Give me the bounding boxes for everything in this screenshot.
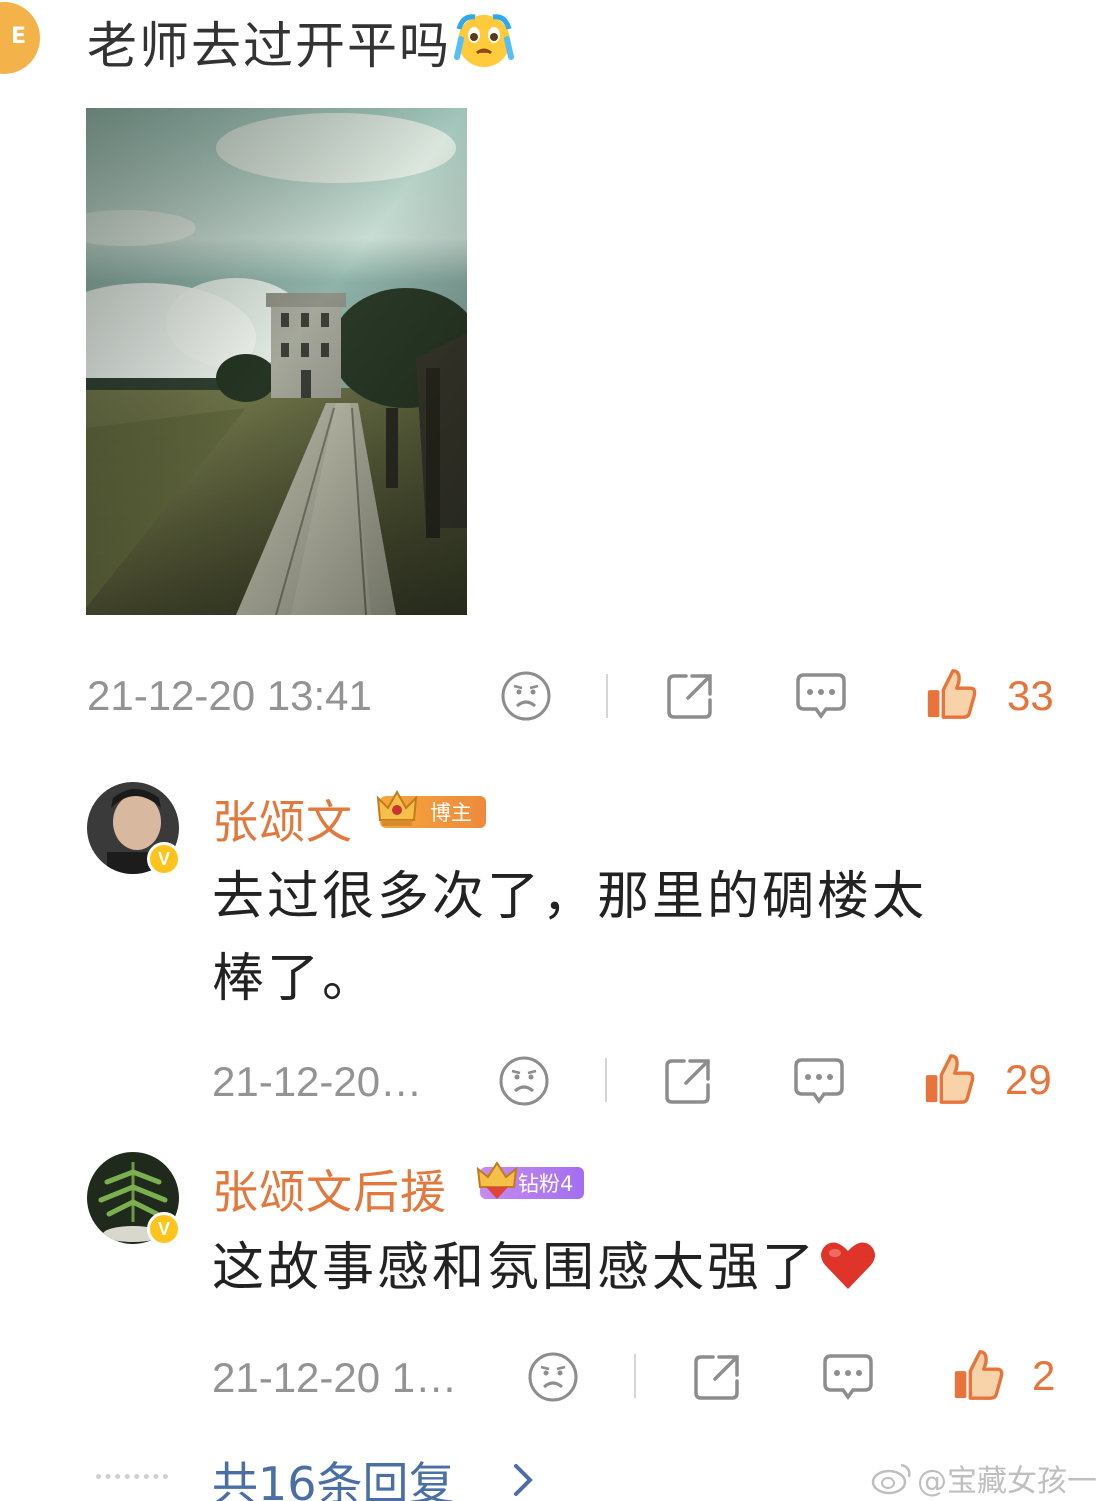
view-all-replies-link[interactable]: 共16条回复 (212, 1448, 455, 1501)
reply-meta-row: 21-12-20 1… (212, 1348, 457, 1408)
top-comment-body: 老师去过开平吗 (87, 17, 451, 75)
reply-timestamp: 21-12-20 1… (212, 1354, 458, 1401)
reply-text: 去过很多次了，那里的碉楼太 棒了。 (212, 856, 927, 1020)
chevron-right-icon[interactable] (510, 1462, 536, 1498)
crown-icon (376, 789, 418, 826)
dislike-icon[interactable] (497, 1051, 551, 1111)
comment-icon[interactable] (792, 1051, 846, 1111)
share-icon[interactable] (661, 1051, 715, 1111)
watermark-text: @宝藏女孩一 (917, 1464, 1097, 1499)
share-icon[interactable] (690, 1347, 744, 1407)
watermark: @宝藏女孩一 (871, 1456, 1097, 1500)
fan-level-badge: 钻粉4 (476, 1161, 584, 1199)
badge-label: 钻粉4 (518, 1172, 574, 1196)
like-count: 33 (1007, 672, 1054, 719)
reply-meta-row: 21-12-20… (212, 1052, 422, 1112)
reply-text-line: 去过很多次了，那里的碉楼太 (212, 867, 928, 927)
top-comment-text: 老师去过开平吗 (87, 6, 515, 78)
dotted-divider (96, 1474, 168, 1479)
reply-text-line: 这故事感和氛围感太强了 (212, 1238, 818, 1298)
comment-icon[interactable] (794, 666, 848, 726)
attached-photo[interactable] (86, 108, 467, 615)
comment-icon[interactable] (821, 1347, 875, 1407)
comment-meta-row: 21-12-20 13:41 (87, 666, 1067, 726)
reply-text-line: 棒了。 (212, 949, 378, 1009)
verified-badge-icon: V (147, 842, 181, 876)
reply-author-name[interactable]: 张颂文 (212, 786, 353, 852)
diamond-crown-icon (476, 1161, 518, 1199)
dislike-icon[interactable] (526, 1347, 580, 1407)
divider (634, 1354, 636, 1398)
reply-author-name[interactable]: 张颂文后援 (212, 1156, 447, 1222)
crying-face-emoji-icon (454, 14, 514, 67)
share-icon[interactable] (663, 666, 717, 726)
like-icon[interactable] (922, 1049, 976, 1109)
reply-avatar[interactable]: V (87, 782, 181, 876)
like-icon[interactable] (951, 1345, 1005, 1405)
photo-landscape (86, 108, 467, 615)
divider (605, 1058, 607, 1102)
like-count: 29 (1005, 1056, 1052, 1103)
dislike-icon[interactable] (499, 666, 553, 726)
like-icon[interactable] (924, 664, 978, 724)
weibo-logo-icon (871, 1463, 911, 1495)
divider (606, 674, 608, 718)
blogger-badge: 博主 (376, 789, 486, 828)
comment-thread: E 老师去过开平吗 21-12-20 13:41 33 V 张颂文 博主 去过很… (0, 0, 1107, 1501)
verified-badge-icon: V (147, 1212, 181, 1246)
badge-label: 博主 (430, 801, 472, 825)
avatar-initial: E (10, 24, 26, 49)
reply-timestamp: 21-12-20… (212, 1058, 423, 1105)
like-count: 2 (1032, 1352, 1056, 1399)
reply-avatar[interactable]: V (87, 1152, 181, 1246)
reply-text: 这故事感和氛围感太强了 (212, 1227, 877, 1309)
commenter-avatar[interactable]: E (0, 2, 40, 74)
comment-timestamp: 21-12-20 13:41 (87, 672, 372, 719)
red-heart-icon (821, 1242, 876, 1289)
